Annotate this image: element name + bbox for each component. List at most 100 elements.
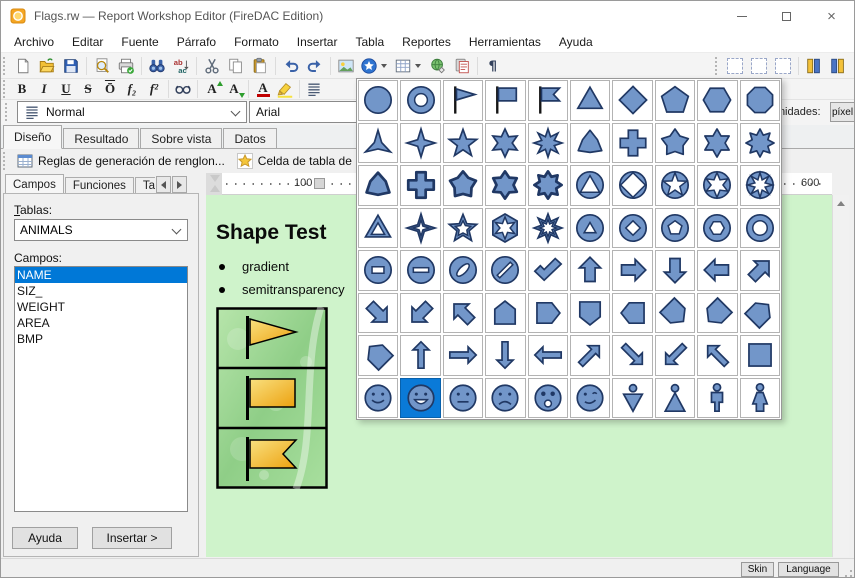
menu-parrafo[interactable]: Párrafo (168, 32, 225, 52)
toolbar-grip[interactable] (3, 152, 8, 170)
superscript-button[interactable]: f² (143, 80, 165, 99)
chevron-down-icon[interactable] (381, 64, 387, 68)
shape-arrow-se[interactable] (612, 335, 652, 376)
shape-star-6-point[interactable] (485, 123, 525, 164)
shape-arrow-left-wide[interactable] (697, 250, 737, 291)
menu-formato[interactable]: Formato (225, 32, 288, 52)
print-preview-button[interactable] (90, 55, 114, 77)
shape-star-3-point[interactable] (358, 123, 398, 164)
shape-arrow-up-wide[interactable] (570, 250, 610, 291)
underline-button[interactable]: U (55, 80, 77, 99)
shape-octagon[interactable] (740, 80, 780, 121)
overline-button[interactable]: Ō (99, 80, 121, 99)
shape-arrow-right[interactable] (443, 335, 483, 376)
shape-arrow-nw-wide[interactable] (443, 293, 483, 334)
tab-scroll-right-button[interactable] (172, 176, 187, 193)
insert-button[interactable]: Insertar > (92, 527, 172, 549)
toolbar-grip[interactable] (3, 80, 8, 98)
shape-arrow-sw-wide[interactable] (400, 293, 440, 334)
menu-insertar[interactable]: Insertar (288, 32, 347, 52)
toolbar-grip[interactable] (3, 57, 8, 75)
grow-font-button[interactable]: A (201, 80, 223, 99)
shape-circle-hole-star8[interactable] (740, 165, 780, 206)
language-button[interactable]: Language (778, 562, 839, 577)
paste-special-button[interactable] (450, 55, 474, 77)
shape-flag-pennant[interactable] (443, 80, 483, 121)
shape-pentagon-arrow-sw[interactable] (697, 293, 737, 334)
replace-button[interactable]: abac (169, 55, 193, 77)
menu-herramientas[interactable]: Herramientas (460, 32, 550, 52)
shape-checkmark[interactable] (528, 250, 568, 291)
print-button[interactable] (114, 55, 138, 77)
open-button[interactable] (35, 55, 59, 77)
shape-circle-hole-star5[interactable] (655, 165, 695, 206)
tab-funciones[interactable]: Funciones (65, 177, 134, 194)
help-button[interactable]: Ayuda (12, 527, 78, 549)
shape-blob-6-round[interactable] (485, 165, 525, 206)
frame-box-button[interactable] (771, 55, 795, 77)
redo-button[interactable] (303, 55, 327, 77)
columns-right-button[interactable] (826, 55, 850, 77)
shape-arrow-left[interactable] (528, 335, 568, 376)
shape-face-wink[interactable] (570, 378, 610, 419)
shape-star4-frame[interactable] (400, 208, 440, 249)
tab-datos[interactable]: Datos (223, 128, 276, 148)
shape-arrow-up[interactable] (400, 335, 440, 376)
shape-cross[interactable] (612, 123, 652, 164)
shape-circle[interactable] (358, 80, 398, 121)
vertical-scrollbar[interactable] (832, 195, 849, 557)
close-button[interactable]: × (809, 1, 854, 31)
field-item-weight[interactable]: WEIGHT (15, 299, 187, 315)
shape-circle-hole-diamond[interactable] (612, 208, 652, 249)
shape-flag-rectangle[interactable] (485, 80, 525, 121)
new-document-button[interactable] (11, 55, 35, 77)
menu-editar[interactable]: Editar (63, 32, 112, 52)
shape-arrow-ne-wide[interactable] (740, 250, 780, 291)
shape-diamond[interactable] (612, 80, 652, 121)
italic-button[interactable]: I (33, 80, 55, 99)
shape-ring[interactable] (400, 80, 440, 121)
shape-gear-6-lobe[interactable] (697, 123, 737, 164)
shape-arrow-down[interactable] (485, 335, 525, 376)
cut-button[interactable] (200, 55, 224, 77)
shape-triangle-frame[interactable] (358, 208, 398, 249)
shape-face-laugh[interactable] (400, 378, 440, 419)
shape-triangle[interactable] (570, 80, 610, 121)
shape-circle-hole-triangle-large[interactable] (570, 165, 610, 206)
tab-tabulaci[interactable]: Tabulaci (135, 177, 155, 194)
field-item-area[interactable]: AREA (15, 315, 187, 331)
hidden-text-button[interactable] (172, 80, 194, 99)
menu-archivo[interactable]: Archivo (5, 32, 63, 52)
tab-diseno[interactable]: Diseño (3, 125, 62, 149)
tab-scroll-left-button[interactable] (156, 176, 171, 193)
field-item-siz[interactable]: SIZ_ (15, 283, 187, 299)
shape-hexagon[interactable] (697, 80, 737, 121)
shape-symbol-male-triangle[interactable] (612, 378, 652, 419)
scroll-up-button[interactable] (833, 195, 849, 212)
copy-button[interactable] (224, 55, 248, 77)
menu-reportes[interactable]: Reportes (393, 32, 460, 52)
units-button[interactable]: píxel (830, 102, 855, 122)
shape-circle-slash[interactable] (485, 250, 525, 291)
shape-circle-hole-rectangle[interactable] (358, 250, 398, 291)
shape-gear-8-lobe[interactable] (740, 123, 780, 164)
shape-circle-hole-hexagon[interactable] (697, 208, 737, 249)
tables-combo[interactable]: ANIMALS (14, 219, 188, 241)
maximize-button[interactable] (764, 1, 809, 31)
strikethrough-button[interactable]: S (77, 80, 99, 99)
menu-tabla[interactable]: Tabla (346, 32, 393, 52)
find-button[interactable] (145, 55, 169, 77)
resize-grip[interactable] (840, 565, 852, 577)
chevron-down-icon[interactable] (415, 64, 421, 68)
shape-pentagon-arrow-up[interactable] (485, 293, 525, 334)
shape-figure-man[interactable] (697, 378, 737, 419)
minimize-button[interactable] (719, 1, 764, 31)
shape-blob-5-round[interactable] (443, 165, 483, 206)
shape-blob-3-round[interactable] (358, 165, 398, 206)
shape-circle-hole-circle[interactable] (740, 208, 780, 249)
shape-star8-frame[interactable] (528, 208, 568, 249)
menu-fuente[interactable]: Fuente (112, 32, 167, 52)
shape-face-neutral[interactable] (443, 378, 483, 419)
shape-star-4-point[interactable] (400, 123, 440, 164)
shape-face-smile[interactable] (358, 378, 398, 419)
